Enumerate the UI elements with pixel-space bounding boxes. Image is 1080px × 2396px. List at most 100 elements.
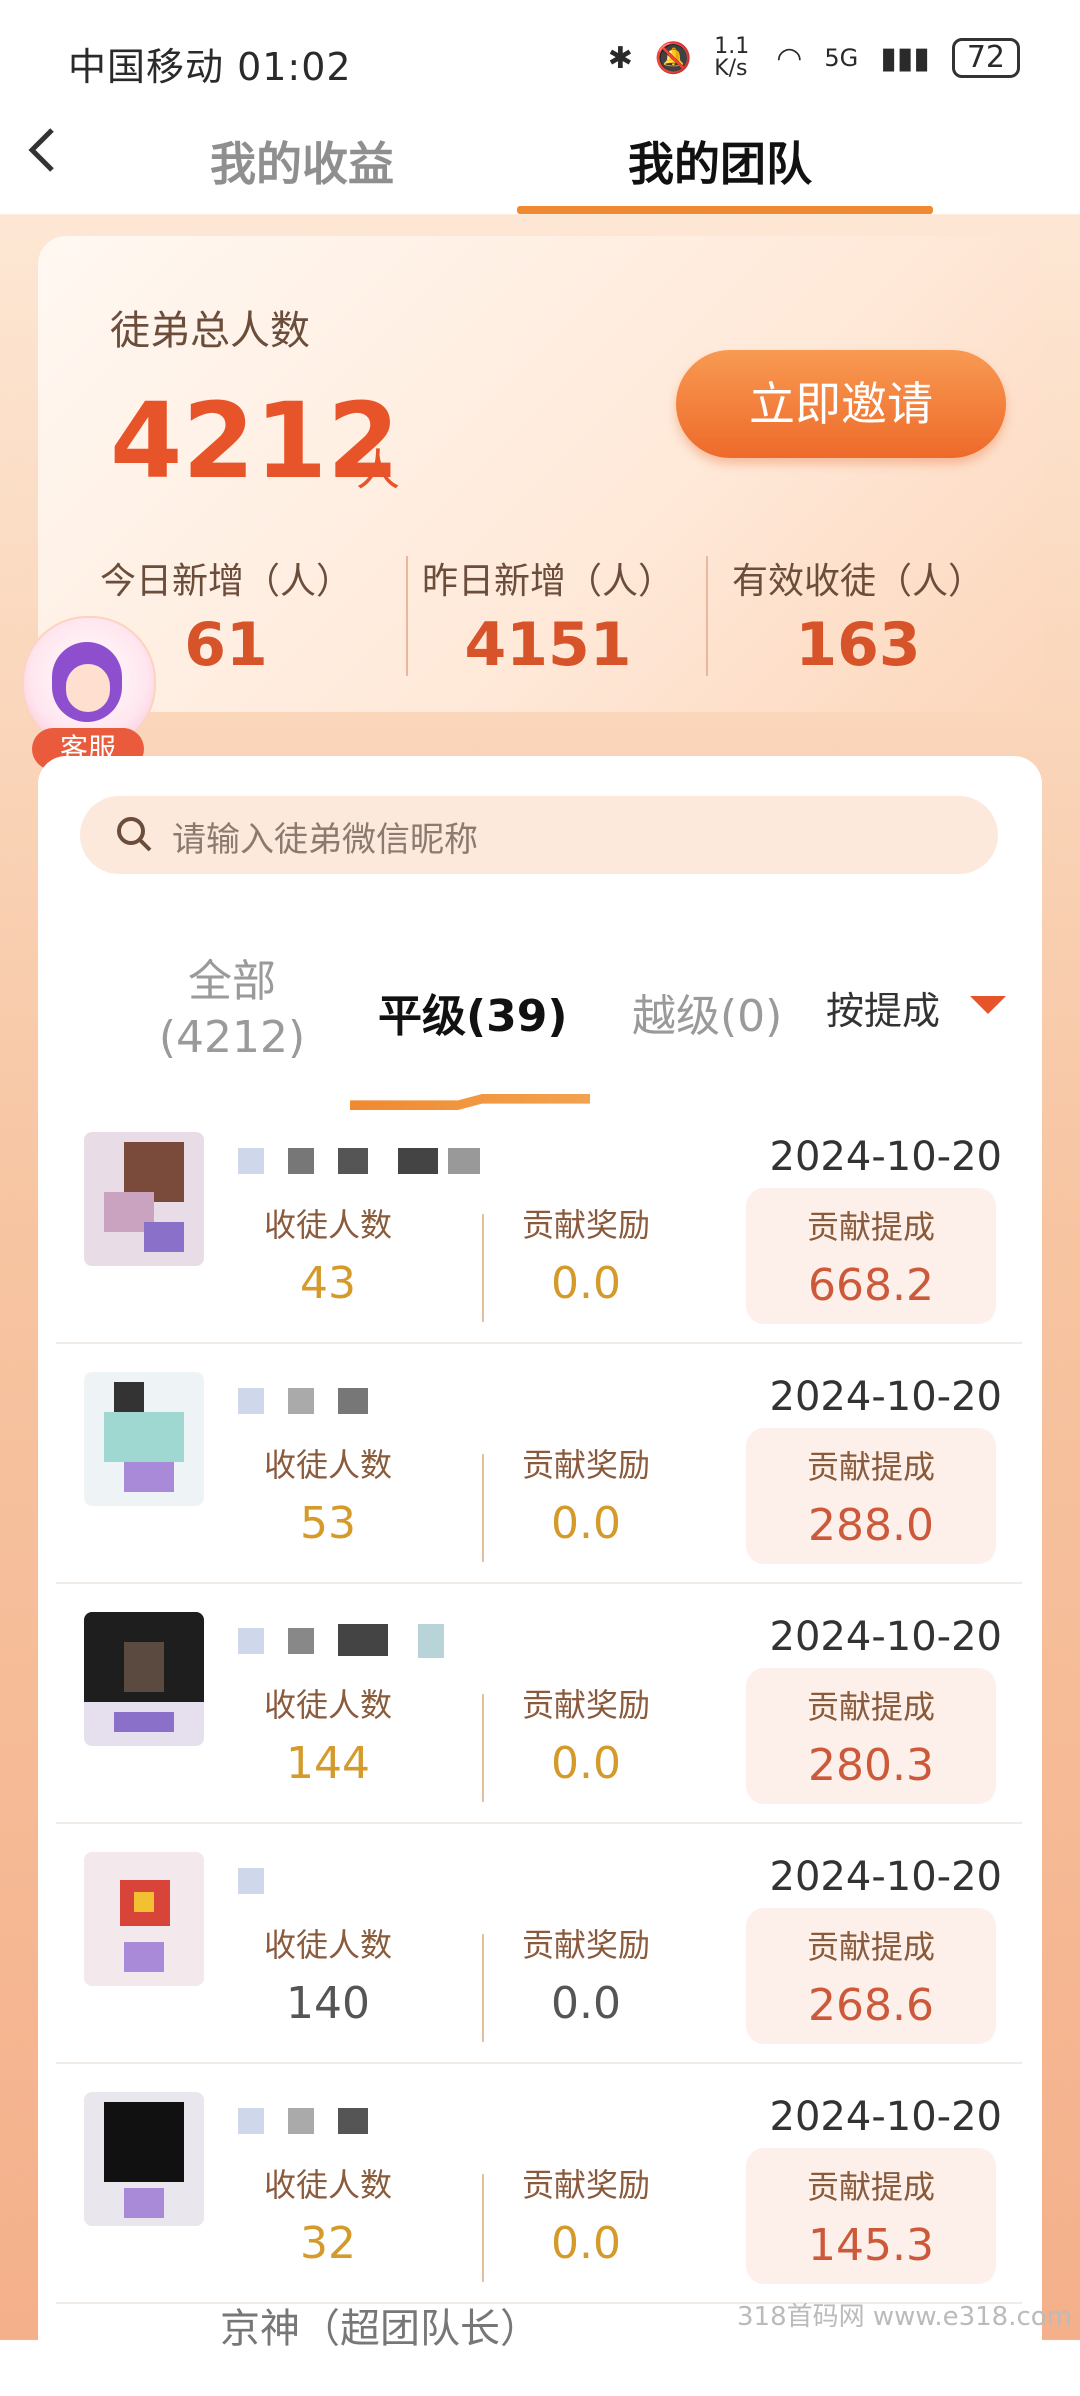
- commission-stat: 贡献提成 280.3: [746, 1668, 996, 1804]
- chevron-left-icon: [28, 128, 54, 172]
- watermark: 318首码网 www.e318.com: [737, 2302, 1072, 2332]
- signal-label: 5G: [824, 44, 859, 72]
- reward-value: 0.0: [551, 1498, 621, 1549]
- total-unit: 人: [356, 445, 400, 496]
- recruits-value: 43: [300, 1258, 356, 1309]
- member-name-blurred: [238, 1624, 488, 1658]
- stat-label: 昨日新增（人）: [421, 561, 674, 602]
- reward-label: 贡献奖励: [521, 1926, 650, 1964]
- filter-tab-over[interactable]: 越级(0): [632, 980, 782, 1044]
- member-name-blurred: [238, 1864, 488, 1898]
- reward-stat: 贡献奖励 0.0: [486, 1200, 686, 1309]
- recruits-label: 收徒人数: [263, 1686, 392, 1724]
- list-item[interactable]: 2024-10-20 收徒人数 140 贡献奖励 0.0 贡献提成 268.6: [38, 1824, 1042, 2064]
- divider: [482, 1694, 484, 1802]
- avatar: [84, 1852, 204, 1986]
- commission-value: 145.3: [808, 2220, 934, 2271]
- reward-stat: 贡献奖励 0.0: [486, 2160, 686, 2269]
- recruits-stat: 收徒人数 32: [228, 2160, 428, 2269]
- list-item[interactable]: 2024-10-20 收徒人数 53 贡献奖励 0.0 贡献提成 288.0: [38, 1344, 1042, 1584]
- filter-tab-flat[interactable]: 平级(39): [378, 980, 567, 1044]
- tab-active-indicator: [517, 206, 933, 214]
- reward-value: 0.0: [551, 1978, 621, 2029]
- top-tab-bar: 我的收益 我的团队: [0, 110, 1080, 214]
- avatar: [84, 2092, 204, 2226]
- member-name-blurred: [238, 1144, 488, 1178]
- partial-member-name: 京神（超团队长）: [220, 2306, 540, 2352]
- commission-label: 贡献提成: [806, 1208, 935, 1246]
- bluetooth-icon: ✱: [607, 40, 633, 76]
- stat-yesterday: 昨日新增（人） 4151: [398, 552, 698, 680]
- join-date: 2024-10-20: [769, 1374, 1002, 1420]
- stat-label: 今日新增（人）: [99, 561, 352, 602]
- commission-label: 贡献提成: [806, 1928, 935, 1966]
- customer-service-button[interactable]: 客服: [22, 616, 156, 774]
- reward-value: 0.0: [551, 1738, 621, 1789]
- sort-dropdown[interactable]: 按提成: [826, 980, 940, 1035]
- search-bar[interactable]: 请输入徒弟微信昵称: [80, 796, 998, 874]
- commission-label: 贡献提成: [806, 1448, 935, 1486]
- battery-icon: 72: [951, 38, 1020, 78]
- recruits-stat: 收徒人数 53: [228, 1440, 428, 1549]
- join-date: 2024-10-20: [769, 1854, 1002, 1900]
- chevron-down-icon[interactable]: [970, 996, 1006, 1014]
- stat-effective: 有效收徒（人） 163: [708, 552, 1008, 680]
- stat-value: 4151: [464, 610, 632, 680]
- reward-label: 贡献奖励: [521, 1446, 650, 1484]
- commission-value: 280.3: [808, 1740, 934, 1791]
- list-item[interactable]: 2024-10-20 收徒人数 32 贡献奖励 0.0 贡献提成 145.3: [38, 2064, 1042, 2304]
- wifi-icon: ◠: [776, 40, 803, 76]
- recruits-label: 收徒人数: [263, 1206, 392, 1244]
- tab-my-earnings[interactable]: 我的收益: [210, 128, 394, 194]
- join-date: 2024-10-20: [769, 2094, 1002, 2140]
- recruits-stat: 收徒人数 43: [228, 1200, 428, 1309]
- stat-label: 有效收徒（人）: [731, 561, 984, 602]
- recruits-stat: 收徒人数 144: [228, 1680, 428, 1789]
- recruits-value: 32: [300, 2218, 356, 2269]
- search-icon: [117, 817, 152, 852]
- signal-bars-icon: ▮▮▮: [880, 40, 930, 76]
- reward-stat: 贡献奖励 0.0: [486, 1920, 686, 2029]
- tab-my-team[interactable]: 我的团队: [628, 128, 812, 194]
- status-icons: ✱ 🔕 1.1 K/s ◠ 5G ▮▮▮ 72: [608, 36, 1020, 80]
- commission-value: 668.2: [808, 1260, 934, 1311]
- commission-stat: 贡献提成 145.3: [746, 2148, 996, 2284]
- divider: [482, 2174, 484, 2282]
- join-date: 2024-10-20: [769, 1134, 1002, 1180]
- divider: [482, 1454, 484, 1562]
- avatar: [84, 1372, 204, 1506]
- recruits-label: 收徒人数: [263, 1446, 392, 1484]
- recruits-stat: 收徒人数 140: [228, 1920, 428, 2029]
- team-summary-card: 徒弟总人数 4212 人 立即邀请 今日新增（人） 61 昨日新增（人） 415…: [38, 236, 1042, 712]
- recruits-value: 144: [286, 1738, 370, 1789]
- status-bar: 中国移动 01:02 ✱ 🔕 1.1 K/s ◠ 5G ▮▮▮ 72: [0, 0, 1080, 110]
- reward-stat: 贡献奖励 0.0: [486, 1440, 686, 1549]
- back-button[interactable]: [22, 120, 82, 190]
- reward-label: 贡献奖励: [521, 1686, 650, 1724]
- list-item[interactable]: 2024-10-20 收徒人数 43 贡献奖励 0.0 贡献提成 668.2: [38, 1104, 1042, 1344]
- member-name-blurred: [238, 1384, 488, 1418]
- search-input[interactable]: 请输入徒弟微信昵称: [172, 812, 478, 861]
- recruits-value: 140: [286, 1978, 370, 2029]
- commission-label: 贡献提成: [806, 2168, 935, 2206]
- divider: [482, 1934, 484, 2042]
- invite-button[interactable]: 立即邀请: [676, 350, 1006, 458]
- commission-stat: 贡献提成 288.0: [746, 1428, 996, 1564]
- commission-stat: 贡献提成 268.6: [746, 1908, 996, 2044]
- recruits-label: 收徒人数: [263, 1926, 392, 1964]
- list-item[interactable]: 2024-10-20 收徒人数 144 贡献奖励 0.0 贡献提成 280.3: [38, 1584, 1042, 1824]
- commission-stat: 贡献提成 668.2: [746, 1188, 996, 1324]
- member-name-blurred: [238, 2104, 488, 2138]
- agent-face: [66, 664, 110, 712]
- join-date: 2024-10-20: [769, 1614, 1002, 1660]
- stat-value: 163: [795, 610, 921, 680]
- commission-value: 288.0: [808, 1500, 934, 1551]
- divider: [482, 1214, 484, 1322]
- carrier-time: 中国移动 01:02: [68, 45, 352, 89]
- filter-tab-all[interactable]: 全部 (4212): [138, 954, 326, 1066]
- commission-label: 贡献提成: [806, 1688, 935, 1726]
- net-speed: 1.1 K/s: [714, 34, 750, 81]
- total-label: 徒弟总人数: [110, 308, 310, 354]
- recruits-label: 收徒人数: [263, 2166, 392, 2204]
- mute-bell-icon: 🔕: [654, 40, 693, 76]
